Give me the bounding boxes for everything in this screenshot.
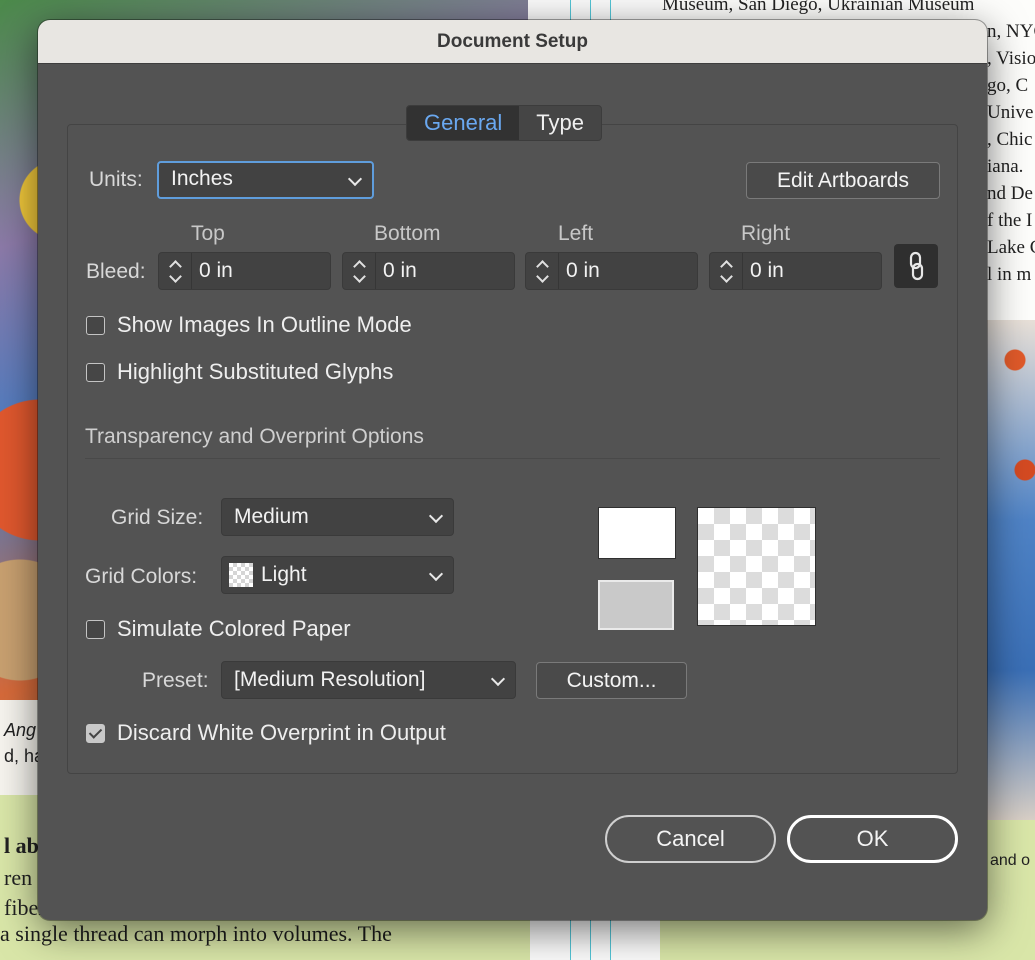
outline-mode-checkbox-row[interactable]: Show Images In Outline Mode — [86, 312, 412, 338]
stepper-arrows[interactable] — [343, 253, 376, 289]
grid-colors-label: Grid Colors: — [85, 565, 198, 588]
background-caption-text: Ang — [4, 720, 37, 740]
grid-colors-select[interactable]: Light — [221, 556, 454, 594]
background-text-line: , Chic — [987, 129, 1033, 150]
chevron-down-icon — [536, 270, 549, 283]
preset-label: Preset: — [142, 669, 209, 692]
background-text-line: nd De — [987, 183, 1033, 204]
stepper-arrows[interactable] — [526, 253, 559, 289]
background-text-line: Lake C — [987, 237, 1035, 258]
background-text-line: Unive — [987, 102, 1034, 123]
simulate-paper-checkbox-row[interactable]: Simulate Colored Paper — [86, 616, 351, 642]
paper-color-white-swatch[interactable] — [598, 507, 676, 559]
stepper-arrows[interactable] — [710, 253, 743, 289]
discard-white-checkbox[interactable] — [86, 723, 105, 743]
bleed-top-value[interactable]: 0 in — [199, 253, 233, 289]
chevron-down-icon — [490, 671, 506, 687]
chevron-down-icon — [347, 171, 363, 187]
background-caption-area: Ang d, ha — [0, 700, 44, 800]
background-text-line: a single thread can morph into volumes. … — [0, 921, 392, 946]
link-bleed-button[interactable] — [894, 244, 938, 288]
highlight-glyphs-checkbox[interactable] — [86, 362, 105, 382]
outline-mode-label[interactable]: Show Images In Outline Mode — [117, 312, 412, 338]
transparency-section-title: Transparency and Overprint Options — [85, 425, 424, 448]
outline-mode-checkbox[interactable] — [86, 315, 105, 335]
preset-select[interactable]: [Medium Resolution] — [221, 661, 516, 699]
grid-size-select[interactable]: Medium — [221, 498, 454, 536]
chevron-down-icon — [169, 270, 182, 283]
bleed-right-value[interactable]: 0 in — [750, 253, 784, 289]
bleed-left-value[interactable]: 0 in — [566, 253, 600, 289]
chevron-down-icon — [353, 270, 366, 283]
grid-colors-value: Light — [261, 563, 307, 586]
chevron-down-icon — [428, 508, 444, 524]
discard-white-checkbox-row[interactable]: Discard White Overprint in Output — [86, 720, 446, 746]
tab-type[interactable]: Type — [519, 106, 601, 140]
custom-button[interactable]: Custom... — [536, 662, 687, 699]
background-text-line: Museum, San Diego, Ukrainian Museum — [662, 0, 975, 15]
bleed-bottom-value[interactable]: 0 in — [383, 253, 417, 289]
background-text-line: iana. — [987, 156, 1024, 177]
units-label: Units: — [89, 168, 143, 191]
background-text-line: l ab — [4, 833, 39, 858]
ok-button[interactable]: OK — [787, 815, 958, 863]
bleed-top-stepper[interactable]: 0 in — [158, 252, 331, 290]
grid-size-value: Medium — [234, 505, 309, 528]
stepper-arrows[interactable] — [159, 253, 192, 289]
cancel-button[interactable]: Cancel — [605, 815, 776, 863]
units-value: Inches — [171, 167, 233, 190]
grid-size-label: Grid Size: — [111, 506, 204, 529]
background-text-line: n, NYC — [987, 21, 1035, 42]
highlight-glyphs-label[interactable]: Highlight Substituted Glyphs — [117, 359, 393, 385]
bleed-bottom-stepper[interactable]: 0 in — [342, 252, 515, 290]
bleed-header-top: Top — [191, 222, 225, 245]
bleed-header-left: Left — [558, 222, 594, 245]
document-setup-dialog: Document Setup General Type Units: Inche… — [38, 20, 987, 920]
section-divider — [85, 458, 940, 459]
highlight-glyphs-checkbox-row[interactable]: Highlight Substituted Glyphs — [86, 359, 393, 385]
chevron-down-icon — [720, 270, 733, 283]
bleed-header-bottom: Bottom — [374, 222, 441, 245]
tab-bar: General Type — [406, 105, 602, 141]
paper-color-gray-swatch[interactable] — [598, 580, 674, 630]
checker-swatch-icon — [229, 563, 253, 588]
transparency-grid-preview — [697, 507, 816, 626]
simulate-paper-label[interactable]: Simulate Colored Paper — [117, 616, 351, 642]
background-artwork-right — [985, 320, 1035, 820]
link-icon — [909, 251, 924, 281]
chevron-down-icon — [428, 566, 444, 582]
dialog-title: Document Setup — [38, 20, 987, 64]
background-text-line: , Visio — [987, 48, 1035, 69]
edit-artboards-button[interactable]: Edit Artboards — [746, 162, 940, 199]
bleed-header-right: Right — [741, 222, 791, 245]
background-text-line: l in m — [987, 264, 1032, 285]
background-caption-text: and o — [990, 852, 1031, 869]
tab-general[interactable]: General — [407, 106, 520, 140]
bleed-label: Bleed: — [86, 260, 146, 283]
background-text-line: go, C — [987, 75, 1029, 96]
background-text-line: f the I — [987, 210, 1033, 231]
simulate-paper-checkbox[interactable] — [86, 619, 105, 639]
bleed-left-stepper[interactable]: 0 in — [525, 252, 698, 290]
preset-value: [Medium Resolution] — [234, 668, 426, 691]
discard-white-label[interactable]: Discard White Overprint in Output — [117, 720, 446, 746]
units-select[interactable]: Inches — [157, 161, 374, 199]
bleed-right-stepper[interactable]: 0 in — [709, 252, 882, 290]
